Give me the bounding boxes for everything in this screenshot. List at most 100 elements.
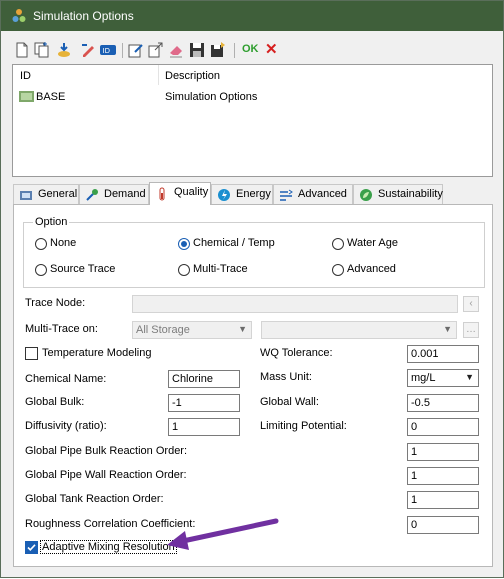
- scenario-list[interactable]: ID Description BASE Simulation Options: [12, 64, 493, 177]
- window-title: Simulation Options: [33, 9, 134, 23]
- roughness-coefficient-label: Roughness Correlation Coefficient:: [25, 518, 196, 530]
- global-bulk-label: Global Bulk:: [25, 396, 85, 408]
- save-icon[interactable]: [188, 41, 206, 59]
- demand-icon: [86, 189, 98, 201]
- list-item[interactable]: BASE Simulation Options: [13, 88, 492, 106]
- import-icon[interactable]: [55, 41, 73, 59]
- diffusivity-input[interactable]: 1: [168, 418, 240, 436]
- tab-label: Demand: [104, 188, 146, 200]
- toolbar-separator: [122, 43, 123, 58]
- adaptive-mixing-label[interactable]: Adaptive Mixing Resolution: [40, 540, 177, 554]
- column-header-description[interactable]: Description: [165, 70, 220, 82]
- radio-button[interactable]: [332, 238, 344, 250]
- quality-icon: [159, 187, 165, 201]
- limiting-potential-input[interactable]: 0: [407, 418, 479, 436]
- trace-node-select-button[interactable]: ‹: [463, 296, 479, 312]
- save-as-icon[interactable]: [209, 41, 227, 59]
- title-bar[interactable]: Simulation Options: [1, 1, 503, 31]
- tab-label: Sustainability: [378, 188, 443, 200]
- radio-button[interactable]: [178, 238, 190, 250]
- id-icon[interactable]: ID: [99, 41, 117, 59]
- edit-icon[interactable]: [127, 41, 145, 59]
- radio-button[interactable]: [178, 264, 190, 276]
- adaptive-mixing-checkbox[interactable]: [25, 541, 38, 554]
- chevron-down-icon: ▼: [465, 372, 474, 382]
- row-id: BASE: [36, 91, 66, 103]
- open-icon[interactable]: [147, 41, 165, 59]
- tab-label: Quality: [174, 186, 209, 198]
- toolbar: ID OK ✕: [13, 41, 493, 61]
- general-icon: [20, 191, 32, 200]
- quality-panel: Option None Chemical / Temp Water Age So…: [13, 204, 493, 567]
- tab-energy[interactable]: Energy: [211, 184, 273, 205]
- multi-trace-secondary-select[interactable]: ▼: [261, 321, 457, 339]
- tank-order-input[interactable]: 1: [407, 491, 479, 509]
- tab-label: Advanced: [298, 188, 347, 200]
- radio-button[interactable]: [35, 238, 47, 250]
- rename-icon[interactable]: [79, 41, 97, 59]
- multi-trace-select[interactable]: All Storage ▼: [132, 321, 252, 339]
- erase-icon[interactable]: [167, 41, 185, 59]
- multi-trace-value: All Storage: [136, 324, 190, 336]
- app-icon: [12, 9, 26, 22]
- radio-label: Water Age: [347, 237, 398, 249]
- diffusivity-label: Diffusivity (ratio):: [25, 420, 107, 432]
- sustainability-icon: [360, 189, 372, 201]
- scenario-icon: [19, 91, 34, 102]
- radio-button[interactable]: [332, 264, 344, 276]
- tab-strip: General Demand Quality Energy Advanced S…: [13, 182, 443, 205]
- pipe-wall-order-input[interactable]: 1: [407, 467, 479, 485]
- column-header-id[interactable]: ID: [20, 70, 31, 82]
- mass-unit-value: mg/L: [411, 372, 436, 384]
- tank-order-label: Global Tank Reaction Order:: [25, 493, 164, 505]
- wq-tolerance-label: WQ Tolerance:: [260, 347, 333, 359]
- pipe-bulk-order-label: Global Pipe Bulk Reaction Order:: [25, 445, 188, 457]
- pipe-wall-order-label: Global Pipe Wall Reaction Order:: [25, 469, 187, 481]
- tab-general[interactable]: General: [13, 184, 79, 205]
- radio-label: Source Trace: [50, 263, 116, 275]
- global-wall-label: Global Wall:: [260, 396, 319, 408]
- chevron-down-icon: ▼: [443, 324, 452, 334]
- tab-label: General: [38, 188, 78, 200]
- chemical-name-input[interactable]: Chlorine: [168, 370, 240, 388]
- roughness-coefficient-input[interactable]: 0: [407, 516, 479, 534]
- pipe-bulk-order-input[interactable]: 1: [407, 443, 479, 461]
- wq-tolerance-input[interactable]: 0.001: [407, 345, 479, 363]
- global-wall-input[interactable]: -0.5: [407, 394, 479, 412]
- radio-button[interactable]: [35, 264, 47, 276]
- advanced-icon: [280, 189, 293, 201]
- mass-unit-select[interactable]: mg/L ▼: [407, 369, 479, 387]
- radio-label: Multi-Trace: [193, 263, 248, 275]
- tab-sustainability[interactable]: Sustainability: [353, 184, 443, 205]
- option-group: Option None Chemical / Temp Water Age So…: [23, 216, 485, 288]
- temperature-modeling-checkbox[interactable]: [25, 347, 38, 360]
- toolbar-separator: [234, 43, 235, 58]
- tab-quality[interactable]: Quality: [149, 182, 211, 205]
- limiting-potential-label: Limiting Potential:: [260, 420, 347, 432]
- chemical-name-label: Chemical Name:: [25, 373, 107, 385]
- ok-button[interactable]: OK: [242, 43, 259, 55]
- cancel-icon[interactable]: ✕: [265, 40, 278, 58]
- option-group-label: Option: [33, 216, 70, 228]
- checkmark-icon: [27, 544, 36, 551]
- trace-node-label: Trace Node:: [25, 297, 86, 309]
- radio-label: None: [50, 237, 77, 249]
- column-separator[interactable]: [158, 65, 159, 85]
- radio-label: Advanced: [347, 263, 396, 275]
- energy-icon: [218, 189, 230, 201]
- tab-demand[interactable]: Demand: [79, 184, 149, 205]
- multi-trace-label: Multi-Trace on:: [25, 323, 98, 335]
- duplicate-icon[interactable]: [33, 41, 51, 59]
- trace-node-input[interactable]: [132, 295, 458, 313]
- mass-unit-label: Mass Unit:: [260, 371, 312, 383]
- temperature-modeling-label[interactable]: Temperature Modeling: [42, 347, 151, 359]
- ellipsis-button[interactable]: …: [463, 322, 479, 338]
- new-icon[interactable]: [13, 41, 31, 59]
- tab-label: Energy: [236, 188, 271, 200]
- simulation-options-window: Simulation Options ID OK ✕ ID Descriptio…: [0, 0, 504, 578]
- row-description: Simulation Options: [165, 91, 258, 103]
- tab-advanced[interactable]: Advanced: [273, 184, 353, 205]
- global-bulk-input[interactable]: -1: [168, 394, 240, 412]
- chevron-down-icon: ▼: [238, 324, 247, 334]
- radio-label: Chemical / Temp: [193, 237, 275, 249]
